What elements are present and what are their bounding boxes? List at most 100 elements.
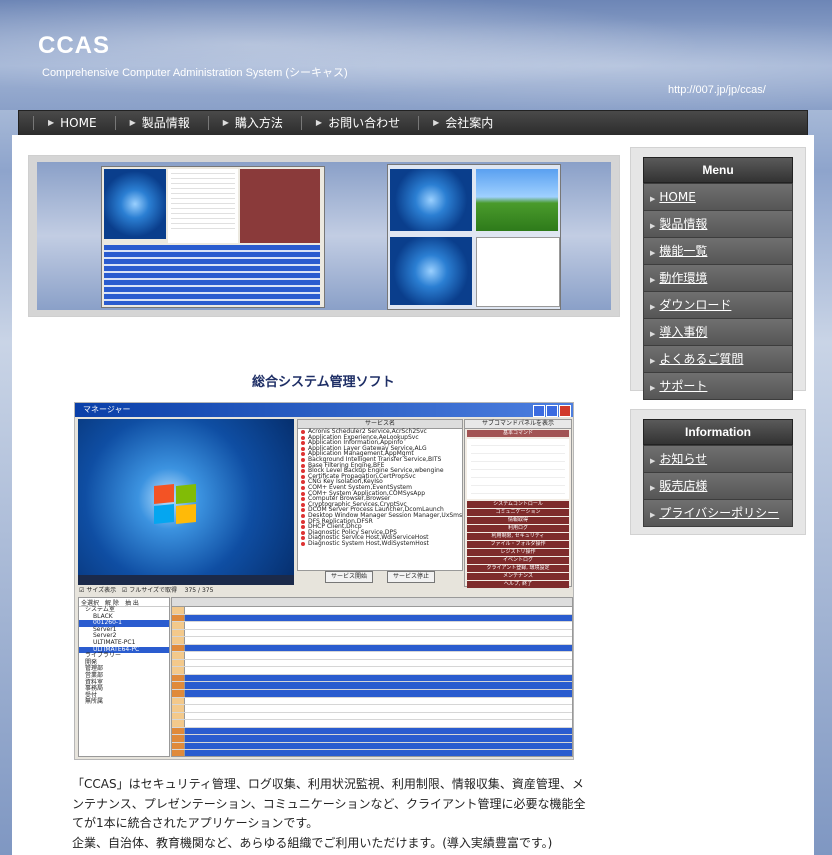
table-row[interactable] [172, 750, 572, 756]
checkbox-icon[interactable]: ☑ [122, 587, 127, 594]
deselect-button[interactable]: 解 除 [105, 598, 119, 607]
arrow-right-icon: ▶ [650, 384, 656, 392]
sidebar-item-products[interactable]: ▶ 製品情報 [643, 210, 793, 238]
table-row[interactable] [172, 622, 572, 630]
table-row[interactable] [172, 697, 572, 706]
client-count: 375 / 375 [184, 587, 214, 594]
service-stop-button[interactable]: サービス停止 [387, 571, 435, 583]
sidebar-item-features[interactable]: ▶ 機能一覧 [643, 237, 793, 265]
sidebar-item-news[interactable]: ▶ お知らせ [643, 445, 793, 473]
close-icon [559, 405, 571, 417]
command-button[interactable]: コミュニケーション [467, 509, 569, 516]
arrow-right-icon: ▶ [650, 195, 656, 203]
client-grid [171, 597, 573, 757]
nav-item-products[interactable]: ▶ 製品情報 [114, 116, 208, 130]
command-list [467, 439, 569, 499]
arrow-right-icon: ▶ [650, 249, 656, 257]
tree-node[interactable]: 無所属 [79, 699, 169, 706]
table-row[interactable] [172, 644, 572, 653]
command-button[interactable]: イベントログ [467, 557, 569, 564]
table-row[interactable] [172, 712, 572, 721]
app-titlebar: マネージャー [75, 403, 573, 417]
sidebar-item-label: 製品情報 [659, 217, 708, 231]
sidebar-item-home[interactable]: ▶ HOME [643, 183, 793, 211]
capture-options: ☑ サイズ表示 ☑ フルサイズで取得 375 / 375 [79, 585, 213, 594]
table-row[interactable] [172, 659, 572, 668]
extract-button[interactable]: 抽 出 [125, 598, 139, 607]
sidebar-item-label: HOME [659, 190, 696, 204]
nav-item-company[interactable]: ▶ 会社案内 [418, 116, 511, 130]
table-row[interactable] [172, 742, 572, 751]
content-area: 総合システム管理ソフト マネージャー サービス名 Acronis Schedul… [12, 135, 814, 855]
command-panel: サブコマンドパネルを表示 基本コマンド システムコントロール コミュニケーション… [464, 419, 572, 588]
app-title: マネージャー [83, 405, 131, 414]
remote-desktop-view [78, 419, 294, 585]
sidebar-item-privacy[interactable]: ▶ プライバシーポリシー [643, 499, 793, 527]
command-button[interactable]: レジストリ操作 [467, 549, 569, 556]
table-row[interactable] [172, 720, 572, 728]
sidebar-item-label: ダウンロード [659, 298, 732, 312]
site-url[interactable]: http://007.jp/jp/ccas/ [668, 84, 766, 96]
sidebar-item-label: 販売店様 [659, 479, 708, 493]
site-logo[interactable]: CCAS [38, 32, 110, 60]
command-button[interactable]: ファイル・フォルダ操作 [467, 541, 569, 548]
sidebar-menu-title: Menu [643, 157, 793, 183]
command-button[interactable]: 利用制限, セキュリティ [467, 533, 569, 540]
command-button[interactable]: 基本コマンド [467, 430, 569, 437]
table-row[interactable] [172, 629, 572, 638]
table-row[interactable] [172, 674, 572, 683]
sidebar-item-faq[interactable]: ▶ よくあるご質問 [643, 345, 793, 373]
command-panel-header[interactable]: サブコマンドパネルを表示 [465, 420, 571, 429]
sidebar-item-case-studies[interactable]: ▶ 導入事例 [643, 318, 793, 346]
nav-item-home[interactable]: ▶ HOME [33, 116, 115, 130]
arrow-right-icon: ▶ [650, 457, 656, 465]
site-tagline: Comprehensive Computer Administration Sy… [42, 67, 348, 79]
arrow-right-icon: ▶ [650, 276, 656, 284]
table-row[interactable] [172, 667, 572, 675]
nav-item-contact[interactable]: ▶ お問い合わせ [300, 116, 418, 130]
group-tree: 全選択 解 除 抽 出 システム室 BLACK 001260-1 Server1… [78, 597, 170, 757]
command-button[interactable]: ヘルプ, 終了 [467, 581, 569, 588]
command-button[interactable]: 情報取得 [467, 517, 569, 524]
nav-item-purchase[interactable]: ▶ 購入方法 [207, 116, 301, 130]
table-row[interactable] [172, 727, 572, 736]
service-buttons: サービス開始 サービス停止 [297, 571, 461, 583]
sidebar-item-support[interactable]: ▶ サポート [643, 372, 793, 400]
nav-label: HOME [60, 116, 97, 130]
arrow-right-icon: ▶ [650, 357, 656, 365]
banner-screenshot-manager [101, 166, 325, 308]
arrow-right-icon: ▶ [650, 222, 656, 230]
table-row[interactable] [172, 735, 572, 743]
sidebar-item-resellers[interactable]: ▶ 販売店様 [643, 472, 793, 500]
arrow-right-icon: ▶ [650, 330, 656, 338]
table-row[interactable] [172, 652, 572, 660]
nav-label: 購入方法 [234, 116, 283, 130]
sidebar-item-download[interactable]: ▶ ダウンロード [643, 291, 793, 319]
sidebar-information: Information ▶ お知らせ ▶ 販売店様 ▶ プライバシーポリシー [630, 409, 806, 535]
table-row[interactable] [172, 607, 572, 615]
resize-checkbox-label: サイズ表示 [86, 587, 117, 594]
checkbox-icon[interactable]: ☑ [79, 587, 84, 594]
sidebar-item-label: よくあるご質問 [659, 352, 744, 366]
command-button[interactable]: メンテナンス [467, 573, 569, 580]
site-header: CCAS Comprehensive Computer Administrati… [0, 0, 832, 110]
sidebar-item-requirements[interactable]: ▶ 動作環境 [643, 264, 793, 292]
command-button[interactable]: システムコントロール [467, 501, 569, 508]
table-row[interactable] [172, 682, 572, 691]
table-row[interactable] [172, 637, 572, 645]
product-description: 「CCAS」はセキュリティ管理、ログ収集、利用状況監視、利用制限、情報収集、資産… [72, 775, 592, 853]
hero-banner [28, 155, 620, 317]
command-button[interactable]: クライアント登録, 環境設定 [467, 565, 569, 572]
table-row[interactable] [172, 705, 572, 713]
table-row[interactable] [172, 614, 572, 623]
table-row[interactable] [172, 690, 572, 698]
description-paragraph: 企業、自治体、教育機関など、あらゆる組織でご利用いただけます。(導入実績豊富です… [72, 835, 553, 850]
sidebar-item-label: お知らせ [659, 452, 708, 466]
arrow-right-icon: ▶ [650, 511, 656, 519]
arrow-right-icon: ▶ [222, 118, 229, 127]
banner-screenshot-desktops [387, 164, 561, 310]
service-start-button[interactable]: サービス開始 [325, 571, 373, 583]
select-all-button[interactable]: 全選択 [81, 598, 99, 607]
command-button[interactable]: 利用ログ [467, 525, 569, 532]
banner-background [37, 162, 611, 310]
